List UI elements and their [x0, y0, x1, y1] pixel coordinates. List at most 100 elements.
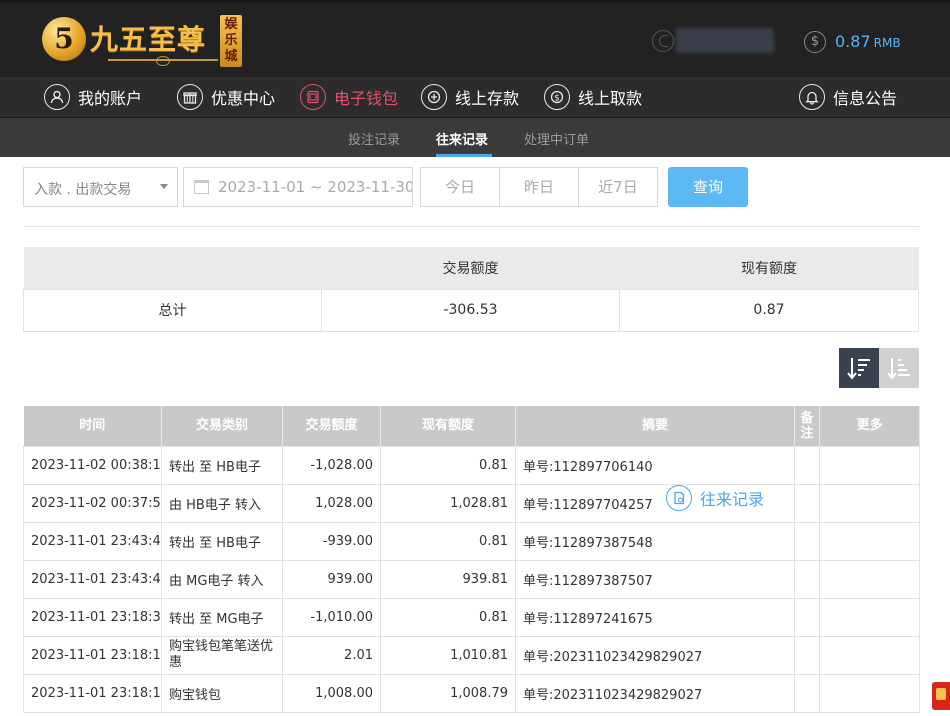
nav-label: 电子钱包 [334, 89, 399, 108]
quick-date-group: 今日 昨日 近7日 [420, 167, 658, 207]
nav-label: 线上取款 [578, 89, 643, 108]
brand-logo[interactable]: 5 九五至尊 娱乐城 [42, 15, 247, 69]
query-button[interactable]: 查询 [668, 167, 748, 207]
sub-nav: 投注记录 往来记录 处理中订单 [0, 118, 950, 157]
cell-summary: 单号:112897241675 [515, 597, 795, 637]
balance-amount: 0.87 RMB [835, 32, 901, 51]
balance-value: 0.87 [835, 32, 871, 51]
cell-summary: 单号:112897387548 [515, 521, 795, 561]
column-header-summary[interactable]: 摘要 [515, 406, 795, 446]
svg-text:$: $ [554, 94, 560, 104]
floating-promo-icon[interactable] [932, 682, 950, 710]
sort-ascending-button[interactable] [879, 348, 919, 388]
balance-unit: RMB [873, 36, 901, 50]
cell-type: 转出 至 HB电子 [161, 521, 283, 561]
cell-more[interactable] [819, 521, 920, 561]
table-row: 2023-11-01 23:18:11 购宝钱包笔笔送优惠 2.01 1,010… [23, 635, 920, 675]
cell-remarks [794, 673, 820, 713]
sort-descending-button[interactable] [839, 348, 879, 388]
cell-type: 转出 至 HB电子 [161, 445, 283, 485]
cell-time: 2023-11-01 23:43:45 [23, 521, 162, 561]
user-icon [44, 84, 70, 110]
brand-badge-text: 娱乐城 [224, 17, 238, 64]
logo-digit: 5 [54, 22, 74, 55]
summary-table: 交易额度 现有额度 总计 -306.53 0.87 [23, 247, 919, 332]
records-header-row: 时间 交易类别 交易额度 现有额度 摘要 备注 更多 [23, 406, 920, 446]
cell-amount: 939.00 [282, 559, 381, 599]
tab-pending-orders[interactable]: 处理中订单 [524, 129, 589, 148]
column-header-balance[interactable]: 现有额度 [380, 406, 516, 446]
summary-header-cell: 交易额度 [321, 247, 620, 289]
cell-type: 由 HB电子 转入 [161, 483, 283, 523]
user-avatar-icon [652, 30, 674, 52]
column-header-remarks-text: 备注 [800, 410, 814, 441]
yesterday-button[interactable]: 昨日 [500, 168, 579, 206]
nav-label: 优惠中心 [211, 89, 276, 108]
cell-time: 2023-11-01 23:18:11 [23, 673, 162, 713]
cell-time: 2023-11-01 23:18:35 [23, 597, 162, 637]
deposit-icon [421, 84, 447, 110]
transaction-type-value: 入款 . 出款交易 [34, 182, 132, 198]
cell-remarks [794, 445, 820, 485]
nav-promotions[interactable]: 优惠中心 [177, 82, 275, 112]
nav-label: 线上存款 [455, 89, 520, 108]
column-header-amount[interactable]: 交易额度 [282, 406, 381, 446]
nav-label: 信息公告 [833, 89, 898, 108]
nav-e-wallet[interactable]: 电子钱包 [300, 82, 398, 112]
today-button[interactable]: 今日 [421, 168, 500, 206]
nav-label: 我的账户 [78, 89, 143, 108]
bell-icon [799, 84, 825, 110]
cell-summary: 单号:202311023429829027 [515, 673, 795, 713]
cell-time: 2023-11-02 00:37:59 [23, 483, 162, 523]
coin-icon: $ [804, 31, 826, 53]
column-header-time[interactable]: 时间 [23, 406, 162, 446]
summary-header-cell: 现有额度 [619, 247, 919, 289]
cell-type: 购宝钱包笔笔送优惠 [161, 635, 283, 675]
cell-more[interactable] [819, 597, 920, 637]
cell-more[interactable] [819, 559, 920, 599]
tab-transaction-records[interactable]: 往来记录 [436, 129, 488, 148]
cell-balance: 0.81 [380, 597, 516, 637]
table-row: 2023-11-01 23:43:45 由 MG电子 转入 939.00 939… [23, 559, 920, 599]
wallet-icon [300, 84, 326, 110]
cell-amount: 1,028.00 [282, 483, 381, 523]
last-7-days-button[interactable]: 近7日 [579, 168, 657, 206]
cell-type: 由 MG电子 转入 [161, 559, 283, 599]
gift-icon [177, 84, 203, 110]
column-header-more[interactable]: 更多 [819, 406, 920, 446]
tab-bet-records[interactable]: 投注记录 [348, 129, 400, 148]
logo-emblem: 5 [42, 17, 86, 61]
cell-amount: 2.01 [282, 635, 381, 675]
cell-summary: 单号:112897704257 [515, 483, 795, 523]
nav-online-deposit[interactable]: 线上存款 [421, 82, 519, 112]
sort-descending-icon [847, 358, 870, 380]
cell-more[interactable] [819, 483, 920, 523]
cell-balance: 0.81 [380, 521, 516, 561]
cell-more[interactable] [819, 445, 920, 485]
nav-online-withdraw[interactable]: $ 线上取款 [544, 82, 642, 112]
nav-my-account[interactable]: 我的账户 [44, 82, 142, 112]
nav-announcements[interactable]: 信息公告 [799, 82, 897, 112]
cell-balance: 1,028.81 [380, 483, 516, 523]
cell-more[interactable] [819, 635, 920, 675]
cell-balance: 939.81 [380, 559, 516, 599]
cell-remarks [794, 559, 820, 599]
calendar-icon [194, 180, 209, 194]
column-header-remarks[interactable]: 备注 [794, 406, 820, 446]
brand-badge: 娱乐城 [220, 15, 242, 67]
column-header-type[interactable]: 交易类别 [161, 406, 283, 446]
cell-more[interactable] [819, 673, 920, 713]
table-row: 2023-11-01 23:18:35 转出 至 MG电子 -1,010.00 … [23, 597, 920, 637]
date-range-input[interactable]: 2023-11-01 ~ 2023-11-30 [183, 167, 413, 207]
table-row: 2023-11-02 00:38:16 转出 至 HB电子 -1,028.00 … [23, 445, 920, 485]
main-nav: 我的账户 优惠中心 电子钱包 线上存款 $ 线上取款 往来记录 信息公告 [0, 77, 950, 511]
cell-balance: 1,008.79 [380, 673, 516, 713]
cell-balance: 1,010.81 [380, 635, 516, 675]
summary-transaction-amount: -306.53 [321, 288, 620, 332]
table-row: 2023-11-01 23:18:11 购宝钱包 1,008.00 1,008.… [23, 673, 920, 713]
cell-summary: 单号:202311023429829027 [515, 635, 795, 675]
cell-type: 购宝钱包 [161, 673, 283, 713]
summary-current-balance: 0.87 [619, 288, 919, 332]
active-tab-indicator [436, 154, 492, 157]
transaction-type-select[interactable]: 入款 . 出款交易 [23, 167, 178, 207]
